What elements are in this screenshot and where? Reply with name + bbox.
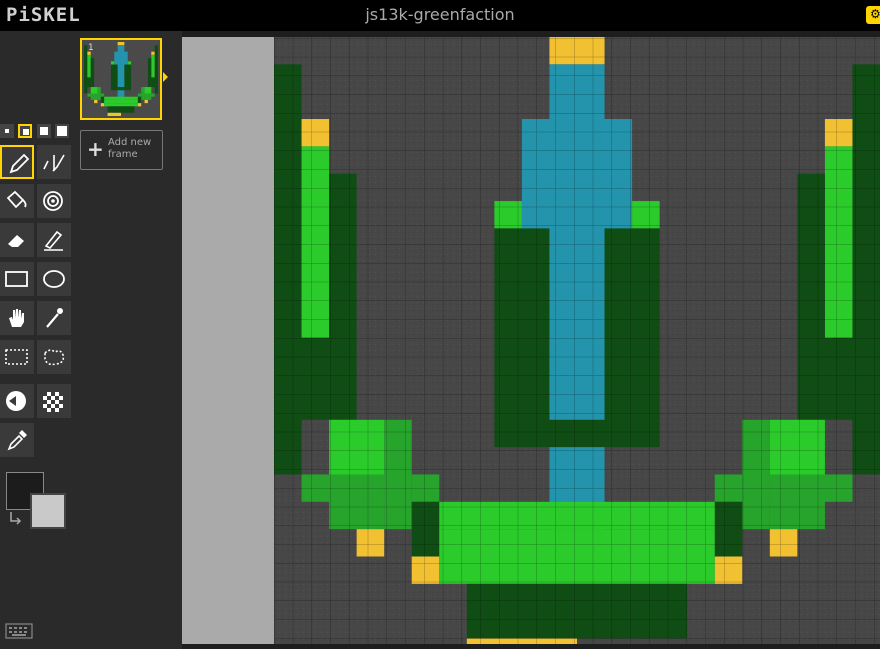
- sprite-pixel-block: [117, 87, 125, 91]
- sprite-pixel-block: [110, 61, 115, 65]
- add-frame-button[interactable]: + Add new frame: [80, 130, 163, 170]
- sprite-pixel-block: [90, 58, 95, 88]
- sprite-pixel-block: [94, 99, 98, 104]
- pen-size-4[interactable]: [55, 124, 69, 138]
- sprite-pixel-block: [100, 103, 105, 107]
- sprite-pixel-block: [144, 93, 155, 97]
- canvas-margin: [182, 37, 274, 644]
- sprite-pixel-block: [84, 45, 88, 94]
- lighten-icon: [6, 391, 26, 411]
- sprite-pixel-block: [104, 103, 138, 107]
- eraser-icon: [8, 235, 24, 247]
- paint-bucket-tool[interactable]: [0, 184, 34, 218]
- sprite-pixel-block: [97, 87, 101, 100]
- keyboard-icon[interactable]: [5, 622, 33, 640]
- secondary-color-swatch[interactable]: [30, 493, 66, 529]
- circle-tool[interactable]: [37, 262, 71, 296]
- pen-size-3[interactable]: [37, 124, 51, 138]
- sprite-pixel-block: [137, 93, 142, 97]
- sprite-pixel-block: [107, 106, 135, 113]
- stroke-pen-icon: [44, 230, 63, 251]
- eraser-tool[interactable]: [0, 223, 34, 257]
- paint-bucket-icon: [6, 190, 27, 209]
- pixel-grid: [274, 37, 880, 644]
- rectangle-icon: [5, 271, 28, 287]
- pen-tool[interactable]: [0, 145, 34, 179]
- hand-icon: [9, 309, 24, 327]
- pen-size-2[interactable]: [18, 124, 32, 138]
- sprite-pixel-block: [137, 96, 142, 100]
- frame-index: 1: [88, 43, 94, 53]
- lasso-selection-tool[interactable]: [37, 340, 71, 374]
- sprite-pixel-block: [141, 87, 145, 100]
- lighten-tool[interactable]: [0, 384, 34, 418]
- magic-wand-icon: [46, 308, 63, 328]
- sprite-pixel-block: [100, 99, 105, 104]
- pencil-icon: [9, 153, 30, 174]
- drawing-canvas[interactable]: [182, 37, 880, 644]
- settings-button[interactable]: ⚙: [866, 6, 880, 24]
- lasso-icon: [44, 349, 65, 366]
- sprite-pixel-block: [124, 64, 132, 91]
- plus-icon: +: [87, 137, 104, 161]
- stroke-tool[interactable]: [37, 223, 71, 257]
- document-title[interactable]: js13k-greenfaction: [0, 5, 880, 24]
- add-frame-label: Add new frame: [108, 137, 152, 160]
- rectangle-selection-icon: [5, 349, 28, 365]
- sprite-pixel-block: [151, 51, 155, 55]
- sprite-pixel-block: [144, 99, 148, 104]
- mirror-pen-icon: [43, 154, 65, 172]
- sprite-pixel-block: [100, 96, 105, 100]
- sprite-pixel-block: [144, 96, 152, 100]
- target-icon: [43, 191, 63, 211]
- shape-selection-tool[interactable]: [37, 301, 71, 335]
- sprite-pixel-block: [137, 99, 142, 104]
- circle-icon: [43, 270, 65, 288]
- rectangle-selection-tool[interactable]: [0, 340, 34, 374]
- sprite-pixel-block: [87, 93, 98, 97]
- sprite-pixel-block: [107, 112, 121, 116]
- sprite-pixel-block: [87, 54, 91, 78]
- pen-size-1[interactable]: [0, 124, 14, 138]
- sprite-pixel-block: [110, 64, 118, 91]
- canvas-area[interactable]: [182, 37, 880, 644]
- sprite-pixel-block: [117, 42, 125, 46]
- sprite-pixel-block: [137, 103, 142, 107]
- sprite-pixel-block: [151, 77, 155, 88]
- vertical-mirror-pen-tool[interactable]: [37, 145, 71, 179]
- sprite-pixel-block: [90, 96, 98, 100]
- rectangle-tool[interactable]: [0, 262, 34, 296]
- sprite-pixel-block: [127, 61, 132, 65]
- sprite-pixel-block: [104, 99, 138, 104]
- paint-all-same-color-tool[interactable]: [37, 184, 71, 218]
- dithering-icon: [43, 392, 63, 412]
- gear-icon: ⚙: [870, 7, 880, 21]
- sprite-pixel-block: [151, 54, 155, 78]
- color-picker-tool[interactable]: [0, 423, 34, 457]
- eyedropper-icon: [7, 430, 27, 451]
- dithering-tool[interactable]: [37, 384, 71, 418]
- sprite-pixel-block: [100, 93, 105, 97]
- move-tool[interactable]: [0, 301, 34, 335]
- top-bar: PiSKEL js13k-greenfaction ⚙: [0, 0, 880, 31]
- selected-frame-arrow-icon: [163, 72, 168, 82]
- swap-colors-icon[interactable]: [8, 510, 24, 526]
- sprite-pixel-block: [87, 77, 91, 88]
- sprite-pixel-block: [104, 96, 138, 100]
- sprite-pixel-block: [147, 58, 152, 88]
- sprite-pixel-block: [154, 45, 158, 94]
